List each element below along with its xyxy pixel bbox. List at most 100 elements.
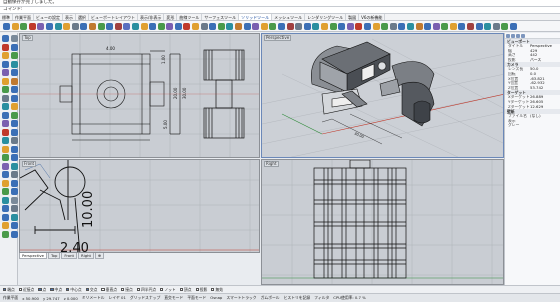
left-tool-icon[interactable] — [10, 137, 18, 144]
ribbon-tab[interactable]: レンダリングツール — [305, 14, 347, 20]
left-tool-icon[interactable] — [2, 222, 9, 229]
viewport-title[interactable]: Front — [22, 161, 37, 167]
osnap-toggle[interactable]: 点 — [38, 287, 46, 293]
osnap-toggle[interactable]: 端点 — [3, 287, 15, 293]
left-tool-icon[interactable] — [2, 137, 9, 144]
toolbar-tool-icon[interactable] — [269, 22, 277, 30]
viewport-right[interactable]: Right — [261, 159, 504, 285]
left-tool-icon[interactable] — [10, 179, 18, 187]
left-tool-icon[interactable] — [2, 230, 9, 238]
toolbar-tool-icon[interactable] — [492, 22, 500, 30]
layers-tab-icon[interactable] — [511, 33, 515, 38]
status-layer[interactable]: レイヤ 01 — [109, 295, 126, 301]
osnap-toggle[interactable]: 接点 — [121, 287, 133, 293]
toolbar-tool-icon[interactable] — [192, 22, 200, 30]
property-row[interactable]: グレー — [505, 123, 560, 128]
left-tool-icon[interactable] — [10, 205, 18, 212]
left-tool-icon[interactable] — [2, 162, 9, 170]
viewport-tab[interactable]: Front — [61, 253, 78, 259]
osnap-toggle[interactable]: 頂点 — [179, 287, 192, 293]
checkbox-icon[interactable] — [50, 287, 54, 292]
toolbar-tool-icon[interactable] — [424, 22, 432, 30]
toolbar-tool-icon[interactable] — [123, 22, 131, 30]
toolbar-tool-icon[interactable] — [252, 22, 260, 30]
status-toggle[interactable]: ガムボール — [261, 295, 280, 300]
left-tool-icon[interactable] — [2, 120, 9, 127]
toolbar-tool-icon[interactable] — [432, 22, 440, 30]
toolbar-tool-icon[interactable] — [441, 22, 449, 30]
left-tool-icon[interactable] — [2, 205, 9, 212]
ribbon-tab[interactable]: 製図 — [346, 14, 360, 20]
left-tool-icon[interactable] — [10, 154, 18, 161]
toolbar-tool-icon[interactable] — [260, 22, 268, 30]
checkbox-icon[interactable] — [66, 287, 70, 292]
ribbon-tab[interactable]: 標準 — [0, 14, 13, 20]
left-tool-icon[interactable] — [10, 196, 18, 204]
viewport-tab[interactable]: ⊕ — [95, 253, 105, 259]
left-tool-icon[interactable] — [2, 35, 9, 42]
left-tool-icon[interactable] — [10, 171, 18, 178]
checkbox-icon[interactable] — [160, 287, 164, 292]
ribbon-tab[interactable]: 曲線ツール — [177, 14, 203, 20]
toolbar-tool-icon[interactable] — [458, 22, 466, 30]
toolbar-tool-icon[interactable] — [286, 22, 294, 30]
toolbar-tool-icon[interactable] — [149, 22, 157, 30]
display-tab-icon[interactable] — [516, 33, 520, 38]
left-tool-icon[interactable] — [10, 162, 18, 170]
property-value[interactable]: 53.742 — [530, 86, 560, 91]
left-tool-icon[interactable] — [10, 145, 18, 153]
toolbar-tool-icon[interactable] — [80, 22, 88, 30]
checkbox-icon[interactable] — [38, 287, 42, 292]
property-value[interactable]: パース — [530, 58, 560, 63]
toolbar-tool-icon[interactable] — [88, 22, 96, 30]
left-tool-icon[interactable] — [2, 94, 9, 102]
toolbar-tool-icon[interactable] — [398, 22, 406, 30]
toolbar-tool-icon[interactable] — [106, 22, 114, 30]
left-tool-icon[interactable] — [10, 188, 18, 195]
checkbox-icon[interactable] — [3, 287, 7, 292]
toolbar-tool-icon[interactable] — [346, 22, 354, 30]
help-tab-icon[interactable] — [521, 33, 525, 38]
osnap-toggle[interactable]: 投影 — [195, 287, 207, 293]
status-toggle[interactable]: CPU使用率: 0.7 % — [333, 295, 365, 300]
status-toggle[interactable]: ヒストリを記録 — [284, 295, 311, 300]
checkbox-icon[interactable] — [101, 287, 105, 292]
viewport-top[interactable]: 1.00 20.00 30.00 5.00 4.00 Top — [19, 33, 260, 158]
left-tool-icon[interactable] — [10, 230, 18, 238]
properties-tab-icon[interactable] — [506, 33, 510, 38]
status-toggle[interactable]: スマートトラック — [226, 295, 256, 300]
checkbox-icon[interactable] — [121, 287, 125, 292]
osnap-toggle[interactable]: 中心点 — [66, 287, 82, 293]
toolbar-tool-icon[interactable] — [338, 22, 346, 30]
status-toggle[interactable]: フィルタ — [314, 295, 329, 300]
toolbar-tool-icon[interactable] — [217, 22, 225, 30]
checkbox-icon[interactable] — [18, 287, 22, 292]
toolbar-tool-icon[interactable] — [484, 22, 492, 30]
ribbon-tab[interactable]: 表示/非表示 — [138, 14, 165, 20]
toolbar-tool-icon[interactable] — [312, 22, 320, 30]
osnap-toggle[interactable]: 四半円点 — [136, 287, 156, 293]
left-tool-icon[interactable] — [10, 222, 18, 229]
ribbon-tab[interactable]: ソリッドツール — [239, 14, 273, 20]
ribbon-tab[interactable]: 変形 — [164, 14, 178, 20]
left-tool-icon[interactable] — [10, 77, 18, 85]
toolbar-tool-icon[interactable] — [235, 22, 243, 30]
toolbar-tool-icon[interactable] — [303, 22, 311, 30]
property-value[interactable] — [530, 123, 560, 128]
left-tool-icon[interactable] — [2, 171, 9, 178]
toolbar-tool-icon[interactable] — [243, 22, 251, 30]
ribbon-tab[interactable]: ビューの設定 — [34, 14, 63, 20]
toolbar-tool-icon[interactable] — [320, 22, 328, 30]
ribbon-tab[interactable]: 表示 — [63, 14, 76, 20]
toolbar-tool-icon[interactable] — [45, 22, 53, 30]
ribbon-tab[interactable]: メッシュツール — [272, 14, 306, 20]
toolbar-tool-icon[interactable] — [372, 22, 380, 30]
ribbon-tab[interactable]: 選択 — [76, 14, 89, 20]
toolbar-tool-icon[interactable] — [28, 22, 36, 30]
left-tool-icon[interactable] — [10, 213, 18, 221]
left-tool-icon[interactable] — [2, 43, 9, 51]
ribbon-tab[interactable]: サーフェスツール — [202, 14, 240, 20]
toolbar-tool-icon[interactable] — [183, 22, 191, 30]
viewport-title[interactable]: Perspective — [264, 35, 292, 41]
toolbar-tool-icon[interactable] — [71, 22, 79, 30]
